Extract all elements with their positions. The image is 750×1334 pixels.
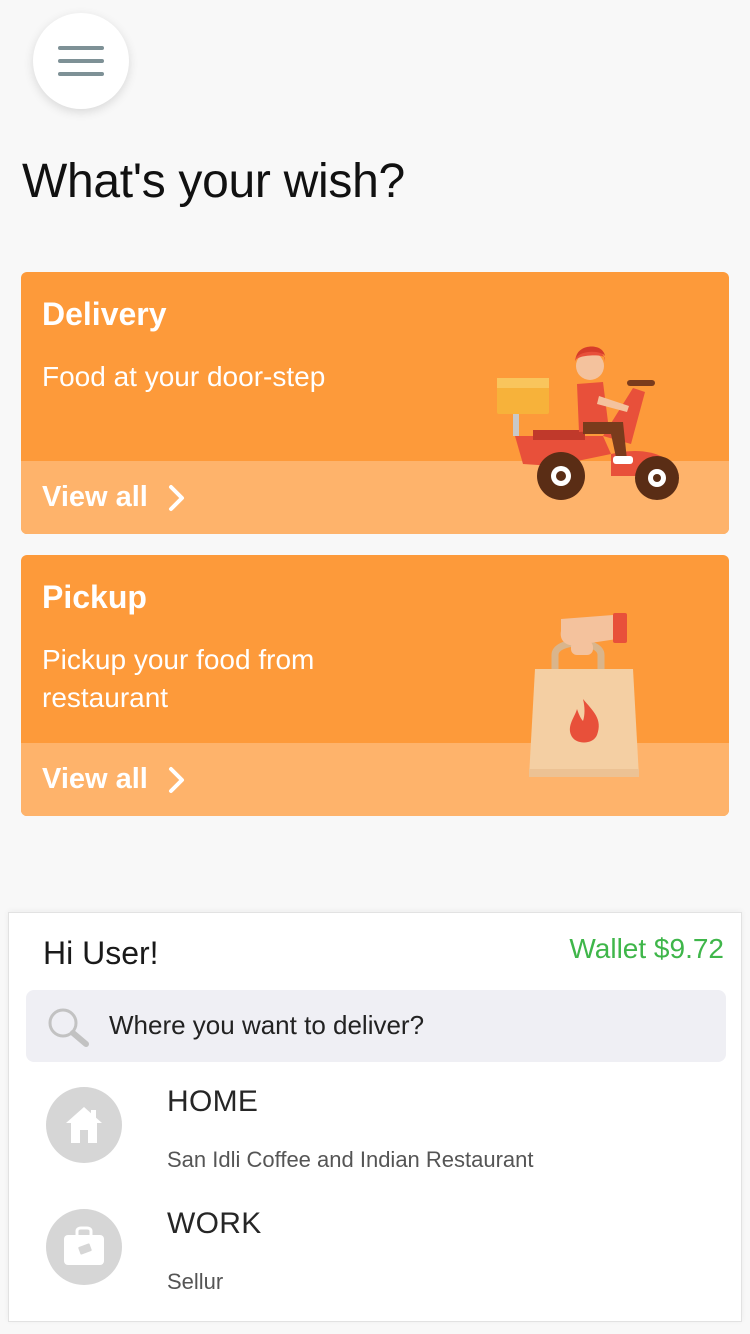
hamburger-menu-icon: [58, 46, 104, 76]
delivery-subtitle: Food at your door-step: [42, 361, 326, 392]
saved-address-home[interactable]: HOME San Idli Coffee and Indian Restaura…: [9, 1073, 743, 1193]
menu-button[interactable]: [33, 13, 129, 109]
greeting-text: Hi User!: [43, 935, 159, 971]
search-placeholder: Where you want to deliver?: [109, 1010, 425, 1040]
pickup-card[interactable]: Pickup Pickup your food from restaurant …: [21, 555, 729, 816]
delivery-card[interactable]: Delivery Food at your door-step View all: [21, 272, 729, 534]
search-icon: [48, 1008, 89, 1047]
address-label: HOME: [167, 1085, 259, 1118]
food-bag-icon: [529, 613, 639, 777]
pickup-title: Pickup: [42, 579, 147, 615]
delivery-title: Delivery: [42, 296, 167, 332]
briefcase-icon: [46, 1209, 122, 1285]
location-panel: Hi User! Wallet $9.72 Where you want to …: [8, 912, 742, 1322]
address-label: WORK: [167, 1207, 262, 1240]
wallet-balance[interactable]: Wallet $9.72: [569, 933, 724, 965]
pickup-subtitle: Pickup your food from restaurant: [42, 644, 315, 713]
view-all-label: View all: [42, 763, 148, 795]
search-input[interactable]: Where you want to deliver?: [26, 990, 726, 1062]
app-screen: What's your wish? Delivery Food at your …: [0, 0, 750, 1334]
view-all-label: View all: [42, 481, 148, 513]
address-detail: San Idli Coffee and Indian Restaurant: [167, 1147, 534, 1172]
scooter-delivery-icon: [497, 346, 679, 500]
pickup-view-all-link[interactable]: View all: [42, 763, 186, 796]
address-detail: Sellur: [167, 1269, 224, 1294]
delivery-view-all-link[interactable]: View all: [42, 481, 186, 514]
saved-address-work[interactable]: WORK Sellur: [9, 1195, 743, 1315]
page-title: What's your wish?: [22, 155, 405, 208]
chevron-right-icon: [168, 484, 184, 511]
chevron-right-icon: [168, 766, 184, 793]
home-icon: [46, 1087, 122, 1163]
